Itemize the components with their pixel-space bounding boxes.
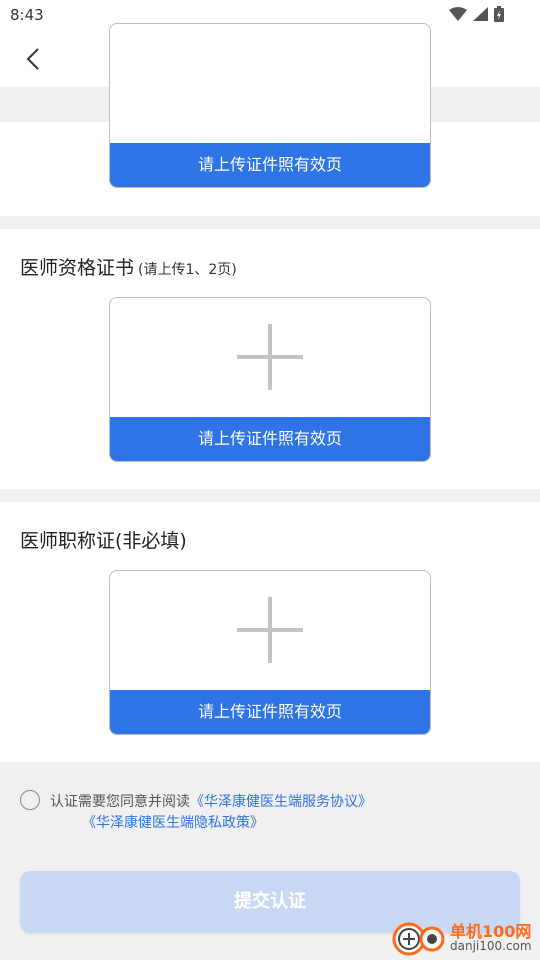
upload-card-title[interactable]: 请上传证件照有效页: [109, 570, 431, 735]
upload-card-qualification[interactable]: 请上传证件照有效页: [109, 297, 431, 462]
section-hint: (请上传1、2页): [138, 262, 237, 278]
watermark: 单机100网 danji100.com: [390, 915, 540, 960]
upload-label: 请上传证件照有效页: [110, 690, 430, 734]
watermark-logo-icon: [392, 922, 445, 956]
agreement-prefix: 认证需要您同意并阅读: [50, 794, 190, 810]
wifi-icon: [449, 7, 467, 21]
service-agreement-link[interactable]: 《华泽康健医生端服务协议》: [190, 794, 372, 810]
section-title-text: 医师资格证书: [20, 257, 135, 279]
section-id-card: 请上传证件照有效页: [0, 23, 540, 216]
battery-icon: [494, 6, 504, 22]
section-title-certificate: 医师职称证(非必填) 请上传证件照有效页: [0, 502, 540, 762]
section-title: 医师职称证(非必填): [20, 526, 187, 553]
status-time: 8:43: [10, 6, 44, 24]
upload-card-id[interactable]: 请上传证件照有效页: [109, 23, 431, 188]
section-title: 医师资格证书 (请上传1、2页): [20, 253, 237, 280]
watermark-url: danji100.com: [450, 939, 532, 953]
plus-icon: [237, 324, 303, 390]
signal-icon: [473, 7, 488, 21]
upload-label: 请上传证件照有效页: [110, 417, 430, 461]
privacy-policy-link[interactable]: 《华泽康健医生端隐私政策》: [82, 812, 264, 832]
plus-icon: [237, 597, 303, 663]
agree-checkbox[interactable]: [20, 790, 40, 810]
section-qualification-certificate: 医师资格证书 (请上传1、2页) 请上传证件照有效页: [0, 229, 540, 489]
status-icons: [449, 6, 504, 22]
upload-label: 请上传证件照有效页: [110, 143, 430, 187]
section-title-text: 医师职称证(非必填): [20, 530, 187, 552]
agreement-text: 认证需要您同意并阅读《华泽康健医生端服务协议》: [50, 791, 372, 811]
